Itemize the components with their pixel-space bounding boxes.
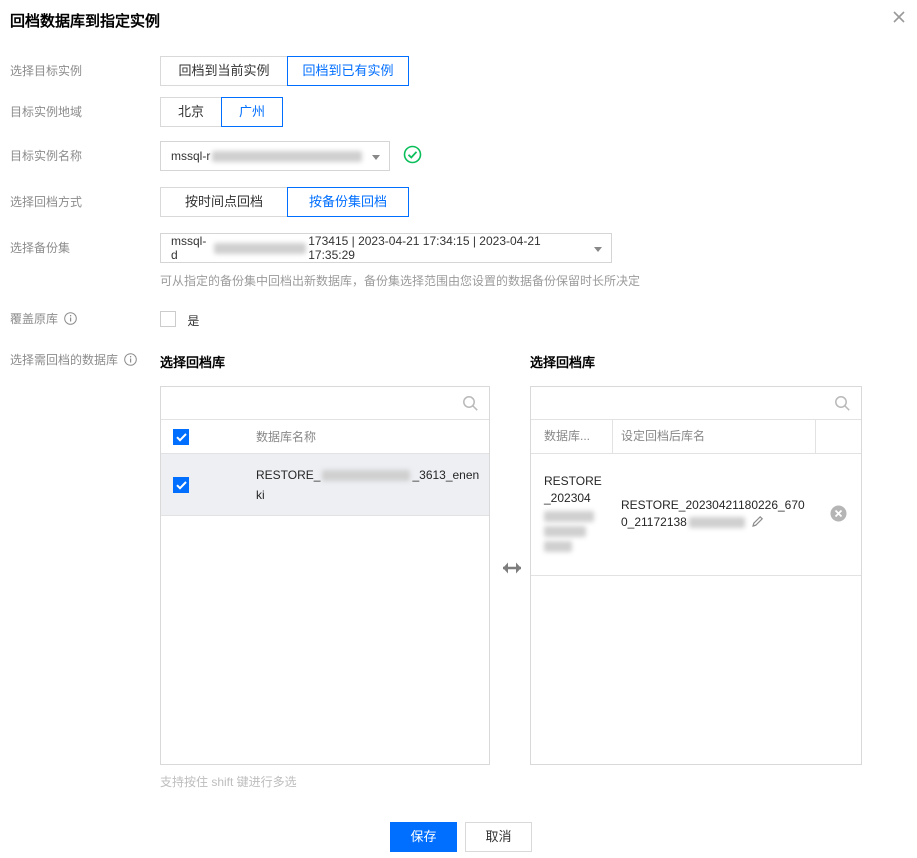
overwrite-label-text: 覆盖原库 (10, 312, 59, 326)
dialog-title: 回档数据库到指定实例 (10, 13, 161, 30)
option-restore-to-existing-instance[interactable]: 回档到已有实例 (287, 56, 409, 86)
row-checkbox[interactable] (173, 476, 189, 493)
target-source-name: RESTORE_202304 (531, 473, 613, 556)
select-all-checkbox[interactable] (173, 428, 189, 445)
backup-set-hint: 可从指定的备份集中回档出新数据库，备份集选择范围由您设置的数据备份保留时长所决定 (160, 274, 641, 288)
target-column-header-db: 数据库... (531, 420, 613, 453)
restore-mode-label: 选择回档方式 (10, 195, 83, 209)
backup-set-value-prefix: mssql-d (171, 234, 207, 262)
source-panel-title: 选择回档库 (160, 355, 226, 370)
option-restore-by-time[interactable]: 按时间点回档 (160, 187, 288, 217)
region-label: 目标实例地域 (10, 105, 83, 119)
source-column-header: 数据库名称 (256, 430, 317, 444)
redacted-text (322, 469, 411, 481)
source-database-name: RESTORE_ _3613_enenki (256, 465, 484, 505)
redacted-text (688, 516, 745, 528)
option-restore-by-backup-set[interactable]: 按备份集回档 (287, 187, 409, 217)
database-pick-label: 选择需回档的数据库 (10, 352, 158, 370)
source-database-panel: 数据库名称 RESTORE_ _3613_enenki (160, 386, 490, 765)
target-source-name-text: RESTORE_202304 (544, 474, 602, 505)
redacted-text (214, 242, 307, 254)
success-check-icon (403, 145, 422, 167)
search-icon[interactable] (462, 395, 479, 415)
target-panel-title: 选择回档库 (530, 355, 596, 370)
source-search-bar (161, 387, 489, 420)
save-button[interactable]: 保存 (390, 822, 457, 852)
target-database-row: RESTORE_202304 RESTORE_20230421180226_67… (531, 454, 861, 576)
db-name-prefix: RESTORE_ (256, 467, 321, 482)
search-icon[interactable] (834, 395, 851, 415)
overwrite-label: 覆盖原库 (10, 310, 158, 330)
source-database-row[interactable]: RESTORE_ _3613_enenki (161, 454, 489, 516)
cancel-button[interactable]: 取消 (465, 822, 532, 852)
multi-select-hint: 支持按住 shift 键进行多选 (160, 775, 297, 789)
redacted-text (544, 511, 594, 522)
instance-name-label: 目标实例名称 (10, 149, 83, 163)
source-search-input[interactable] (161, 387, 489, 419)
info-icon (124, 353, 138, 369)
redacted-text (212, 150, 363, 162)
overwrite-checkbox-label: 是 (187, 314, 200, 328)
backup-set-value: 173415 | 2023-04-21 17:34:15 | 2023-04-2… (308, 234, 541, 262)
option-restore-to-current-instance[interactable]: 回档到当前实例 (160, 56, 288, 86)
target-name-line2: 0_21172138 (621, 514, 687, 529)
info-icon (64, 312, 78, 328)
source-table-header: 数据库名称 (161, 420, 489, 454)
remove-icon[interactable] (830, 505, 847, 525)
edit-pencil-icon[interactable] (751, 515, 764, 531)
target-table-header: 数据库... 设定回档后库名 (531, 420, 861, 454)
transfer-arrow-icon (502, 561, 522, 578)
target-search-bar (531, 387, 861, 420)
restore-db-dialog: 回档数据库到指定实例 选择目标实例 回档到当前实例 回档到已有实例 目标实例地域… (0, 0, 917, 858)
target-instance-label: 选择目标实例 (10, 64, 83, 78)
chevron-down-icon (372, 155, 380, 160)
backup-set-label: 选择备份集 (10, 241, 71, 255)
target-name-line1: RESTORE_20230421180226_670 (621, 497, 805, 512)
instance-name-value: mssql-r (171, 149, 211, 163)
redacted-text (544, 541, 572, 552)
database-pick-label-text: 选择需回档的数据库 (10, 353, 119, 367)
close-icon[interactable] (891, 9, 907, 25)
redacted-text (544, 526, 586, 537)
overwrite-checkbox[interactable] (160, 311, 176, 327)
chevron-down-icon (594, 247, 602, 252)
target-search-input[interactable] (531, 387, 861, 419)
backup-set-select[interactable]: mssql-d 173415 | 2023-04-21 17:34:15 | 20… (160, 233, 612, 263)
target-database-panel: 数据库... 设定回档后库名 RESTORE_202304 RESTORE_20… (530, 386, 862, 765)
target-column-header-rename: 设定回档后库名 (613, 420, 816, 453)
option-region-guangzhou[interactable]: 广州 (221, 97, 283, 127)
target-renamed-db: RESTORE_20230421180226_670 0_21172138 (613, 497, 816, 533)
option-region-beijing[interactable]: 北京 (160, 97, 222, 127)
instance-name-select[interactable]: mssql-r (160, 141, 390, 171)
